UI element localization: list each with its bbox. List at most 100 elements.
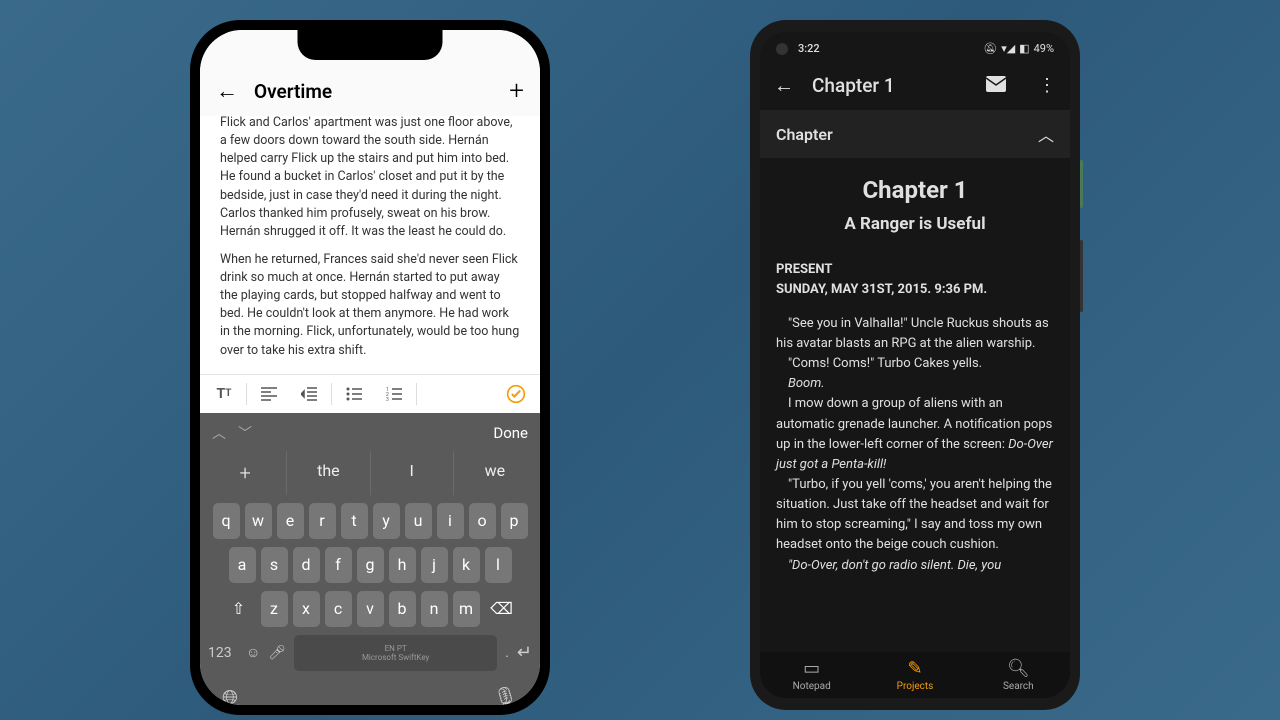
bullet-list-icon[interactable] (344, 384, 364, 404)
text-format-icon[interactable]: TT (214, 384, 234, 404)
separator (331, 383, 332, 405)
indent-icon[interactable] (299, 384, 319, 404)
pixel-device: 3:22 🔕︎ ▾◢ ◧ 49% ← Chapter 1 ⋮ Chapter ︿… (750, 20, 1080, 710)
key-j[interactable]: j (421, 547, 448, 583)
iphone-device: ← Overtime + Flick and Carlos' apartment… (190, 20, 550, 715)
key-q[interactable]: q (213, 503, 240, 539)
power-button (1080, 160, 1083, 208)
paragraph[interactable]: "See you in Valhalla!" Uncle Ruckus shou… (776, 314, 1054, 354)
mail-icon[interactable] (986, 76, 1006, 96)
paragraph[interactable]: Boom. (776, 374, 1054, 394)
key-b[interactable]: b (389, 591, 416, 627)
key-v[interactable]: v (357, 591, 384, 627)
kb-up-icon[interactable]: ︿ (212, 423, 226, 443)
key-a[interactable]: a (229, 547, 256, 583)
kb-done-button[interactable]: Done (493, 424, 528, 442)
suggestion[interactable]: + (204, 451, 287, 495)
key-k[interactable]: k (453, 547, 480, 583)
key-g[interactable]: g (357, 547, 384, 583)
battery-percent: 49% (1034, 42, 1054, 55)
kb-down-icon[interactable]: ﹀ (238, 423, 252, 443)
status-time: 3:22 (798, 42, 820, 55)
scene-tag: PRESENT (776, 260, 1054, 280)
add-icon[interactable]: + (509, 76, 524, 106)
kb-row-1: qwertyuiop (200, 499, 540, 543)
key-s[interactable]: s (261, 547, 288, 583)
nav-projects[interactable]: ✎ Projects (863, 658, 966, 692)
shift-key[interactable]: ⇧ (222, 591, 256, 627)
back-icon[interactable]: ← (774, 73, 794, 98)
story-body[interactable]: "See you in Valhalla!" Uncle Ruckus shou… (776, 314, 1054, 576)
comma-key[interactable]: . (505, 645, 509, 661)
backspace-key[interactable]: ⌫ (485, 591, 519, 627)
editor-content[interactable]: Flick and Carlos' apartment was just one… (200, 116, 540, 374)
key-d[interactable]: d (293, 547, 320, 583)
dictation-icon[interactable]: 🎙︎ (493, 685, 518, 705)
key-i[interactable]: i (437, 503, 464, 539)
chapter-content[interactable]: Chapter 1 A Ranger is Useful PRESENT SUN… (760, 172, 1070, 576)
suggestion[interactable]: we (454, 451, 536, 495)
chevron-up-icon: ︿ (1038, 122, 1054, 146)
iphone-screen: ← Overtime + Flick and Carlos' apartment… (200, 30, 540, 705)
key-m[interactable]: m (453, 591, 480, 627)
kb-bottom-row: 123 ☺ 🎤︎ EN PT Microsoft SwiftKey . ↵ (200, 631, 540, 675)
nav-search[interactable]: 🔍︎ Search (967, 658, 1070, 692)
mic-icon[interactable]: 🎤︎ (268, 645, 286, 661)
separator (416, 383, 417, 405)
done-check-icon[interactable] (506, 384, 526, 404)
return-key[interactable]: ↵ (517, 642, 532, 663)
paragraph[interactable]: "Do-Over, don't go radio silent. Die, yo… (776, 556, 1054, 576)
key-e[interactable]: e (277, 503, 304, 539)
paragraph[interactable]: "Coms! Coms!" Turbo Cakes yells. (776, 354, 1054, 374)
key-h[interactable]: h (389, 547, 416, 583)
nav-notepad[interactable]: ▭ Notepad (760, 658, 863, 692)
kb-row-2: asdfghjkl (200, 543, 540, 587)
key-l[interactable]: l (485, 547, 512, 583)
more-icon[interactable]: ⋮ (1038, 75, 1056, 96)
suggestion[interactable]: I (371, 451, 454, 495)
svg-text:3: 3 (386, 397, 389, 401)
status-icons: 🔕︎ ▾◢ ◧ 49% (983, 42, 1054, 55)
volume-button (1080, 240, 1083, 312)
key-u[interactable]: u (405, 503, 432, 539)
format-toolbar: TT 123 (200, 374, 540, 413)
status-bar: 3:22 🔕︎ ▾◢ ◧ 49% (760, 32, 1070, 61)
chapter-dropdown[interactable]: Chapter ︿ (760, 110, 1070, 158)
paragraph[interactable]: I mow down a group of aliens with an aut… (776, 394, 1054, 475)
align-icon[interactable] (259, 384, 279, 404)
chapter-title: Chapter 1 (776, 172, 1054, 209)
paragraph[interactable]: "Turbo, if you yell 'coms,' you aren't h… (776, 475, 1054, 556)
camera-hole (776, 43, 788, 55)
paragraph[interactable]: Flick and Carlos' apartment was just one… (220, 116, 520, 241)
key-c[interactable]: c (325, 591, 352, 627)
key-f[interactable]: f (325, 547, 352, 583)
separator (246, 383, 247, 405)
emoji-icon[interactable]: ☺ (246, 644, 260, 661)
scene-datetime: SUNDAY, MAY 31ST, 2015. 9:36 PM. (776, 280, 1054, 300)
pixel-screen: 3:22 🔕︎ ▾◢ ◧ 49% ← Chapter 1 ⋮ Chapter ︿… (760, 32, 1070, 698)
key-n[interactable]: n (421, 591, 448, 627)
back-icon[interactable]: ← (216, 78, 238, 104)
spacebar[interactable]: EN PT Microsoft SwiftKey (294, 635, 497, 671)
chapter-label: Chapter (776, 125, 1038, 144)
battery-icon: ◧ (1019, 42, 1029, 55)
key-p[interactable]: p (501, 503, 528, 539)
key-z[interactable]: z (261, 591, 288, 627)
numeric-key[interactable]: 123 (208, 645, 238, 661)
key-r[interactable]: r (309, 503, 336, 539)
globe-icon[interactable]: 🌐︎ (222, 685, 238, 705)
key-o[interactable]: o (469, 503, 496, 539)
key-y[interactable]: y (373, 503, 400, 539)
keyboard: ︿ ﹀ Done + the I we qwertyuiop asdfghjkl… (200, 413, 540, 705)
paragraph[interactable]: When he returned, Frances said she'd nev… (220, 251, 520, 360)
chapter-subtitle: A Ranger is Useful (776, 211, 1054, 237)
suggestion-bar: + the I we (200, 447, 540, 499)
notch (298, 30, 443, 60)
bottom-nav: ▭ Notepad ✎ Projects 🔍︎ Search (760, 652, 1070, 698)
key-x[interactable]: x (293, 591, 320, 627)
key-w[interactable]: w (245, 503, 272, 539)
key-t[interactable]: t (341, 503, 368, 539)
suggestion[interactable]: the (287, 451, 370, 495)
numbered-list-icon[interactable]: 123 (384, 384, 404, 404)
search-icon: 🔍︎ (1007, 658, 1030, 679)
